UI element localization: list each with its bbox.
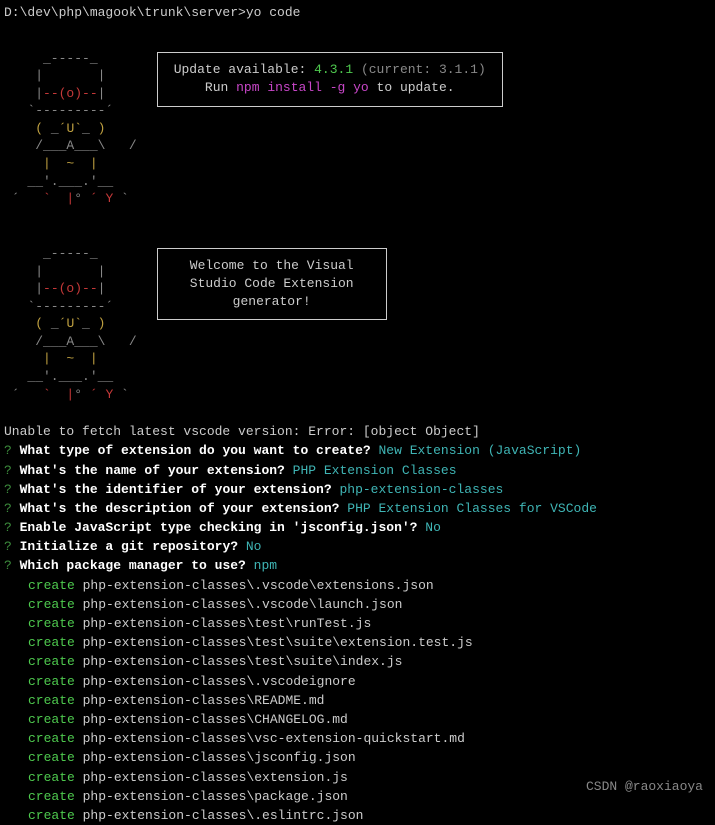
question-text: What's the name of your extension? [12,463,293,478]
question-mark-icon: ? [4,443,12,458]
welcome-line-2: Studio Code Extension [174,275,370,293]
question-row: ? What's the description of your extensi… [4,500,711,518]
question-mark-icon: ? [4,482,12,497]
question-row: ? What's the identifier of your extensio… [4,481,711,499]
update-section: _-----_ | | |--(o)--| `---------´ ( _´U`… [4,32,711,207]
create-row: create php-extension-classes\vsc-extensi… [4,730,711,748]
create-row: create php-extension-classes\test\suite\… [4,634,711,652]
create-path: php-extension-classes\.eslintrc.json [75,808,364,823]
question-answer: PHP Extension Classes for VSCode [347,501,597,516]
question-answer: No [425,520,441,535]
question-text: Enable JavaScript type checking in 'jsco… [12,520,425,535]
command-prompt: D:\dev\php\magook\trunk\server>yo code [4,4,711,22]
create-label: create [28,789,75,804]
question-row: ? Initialize a git repository? No [4,538,711,556]
question-text: What's the description of your extension… [12,501,347,516]
create-label: create [28,674,75,689]
question-text: What's the identifier of your extension? [12,482,340,497]
create-row: create php-extension-classes\.vscode\ext… [4,577,711,595]
create-label: create [28,635,75,650]
create-label: create [28,712,75,727]
question-mark-icon: ? [4,558,12,573]
question-row: ? What type of extension do you want to … [4,442,711,460]
update-label: Update available: [174,62,314,77]
question-answer: New Extension (JavaScript) [378,443,581,458]
create-path: php-extension-classes\jsconfig.json [75,750,356,765]
create-label: create [28,578,75,593]
create-row: create php-extension-classes\test\suite\… [4,653,711,671]
welcome-message-box: Welcome to the Visual Studio Code Extens… [157,248,387,321]
create-label: create [28,693,75,708]
create-row: create php-extension-classes\.vscode\lau… [4,596,711,614]
create-row: create php-extension-classes\README.md [4,692,711,710]
question-text: Which package manager to use? [12,558,254,573]
current-version: (current: 3.1.1) [353,62,486,77]
question-row: ? Which package manager to use? npm [4,557,711,575]
question-row: ? Enable JavaScript type checking in 'js… [4,519,711,537]
update-version: 4.3.1 [314,62,353,77]
create-label: create [28,654,75,669]
watermark: CSDN @raoxiaoya [586,778,703,796]
create-label: create [28,597,75,612]
create-row: create php-extension-classes\jsconfig.js… [4,749,711,767]
question-answer: php-extension-classes [339,482,503,497]
create-path: php-extension-classes\test\suite\extensi… [75,635,473,650]
question-mark-icon: ? [4,463,12,478]
questions-list: ? What type of extension do you want to … [4,442,711,575]
create-path: php-extension-classes\package.json [75,789,348,804]
create-row: create php-extension-classes\.vscodeigno… [4,673,711,691]
create-label: create [28,808,75,823]
error-message: Unable to fetch latest vscode version: E… [4,423,711,441]
create-row: create php-extension-classes\test\runTes… [4,615,711,633]
create-path: php-extension-classes\extension.js [75,770,348,785]
question-mark-icon: ? [4,501,12,516]
question-answer: npm [254,558,277,573]
create-row: create php-extension-classes\CHANGELOG.m… [4,711,711,729]
welcome-line-3: generator! [174,293,370,311]
welcome-line-1: Welcome to the Visual [174,257,370,275]
create-path: php-extension-classes\vsc-extension-quic… [75,731,465,746]
yeoman-ascii-art-2: _-----_ | | |--(o)--| `---------´ ( _´U`… [4,228,137,403]
run-label: Run [205,80,236,95]
question-answer: No [246,539,262,554]
create-path: php-extension-classes\README.md [75,693,325,708]
question-mark-icon: ? [4,520,12,535]
create-path: php-extension-classes\.vscode\launch.jso… [75,597,403,612]
question-mark-icon: ? [4,539,12,554]
to-update-label: to update. [369,80,455,95]
welcome-section: _-----_ | | |--(o)--| `---------´ ( _´U`… [4,228,711,403]
create-label: create [28,770,75,785]
question-row: ? What's the name of your extension? PHP… [4,462,711,480]
create-path: php-extension-classes\CHANGELOG.md [75,712,348,727]
create-label: create [28,731,75,746]
yeoman-ascii-art-1: _-----_ | | |--(o)--| `---------´ ( _´U`… [4,32,137,207]
update-message-box: Update available: 4.3.1 (current: 3.1.1)… [157,52,503,106]
create-label: create [28,616,75,631]
create-row: create php-extension-classes\.eslintrc.j… [4,807,711,825]
question-text: What type of extension do you want to cr… [12,443,379,458]
question-text: Initialize a git repository? [12,539,246,554]
create-path: php-extension-classes\test\suite\index.j… [75,654,403,669]
create-path: php-extension-classes\.vscode\extensions… [75,578,434,593]
create-path: php-extension-classes\.vscodeignore [75,674,356,689]
create-path: php-extension-classes\test\runTest.js [75,616,371,631]
question-answer: PHP Extension Classes [293,463,457,478]
create-label: create [28,750,75,765]
install-command: npm install -g yo [236,80,369,95]
